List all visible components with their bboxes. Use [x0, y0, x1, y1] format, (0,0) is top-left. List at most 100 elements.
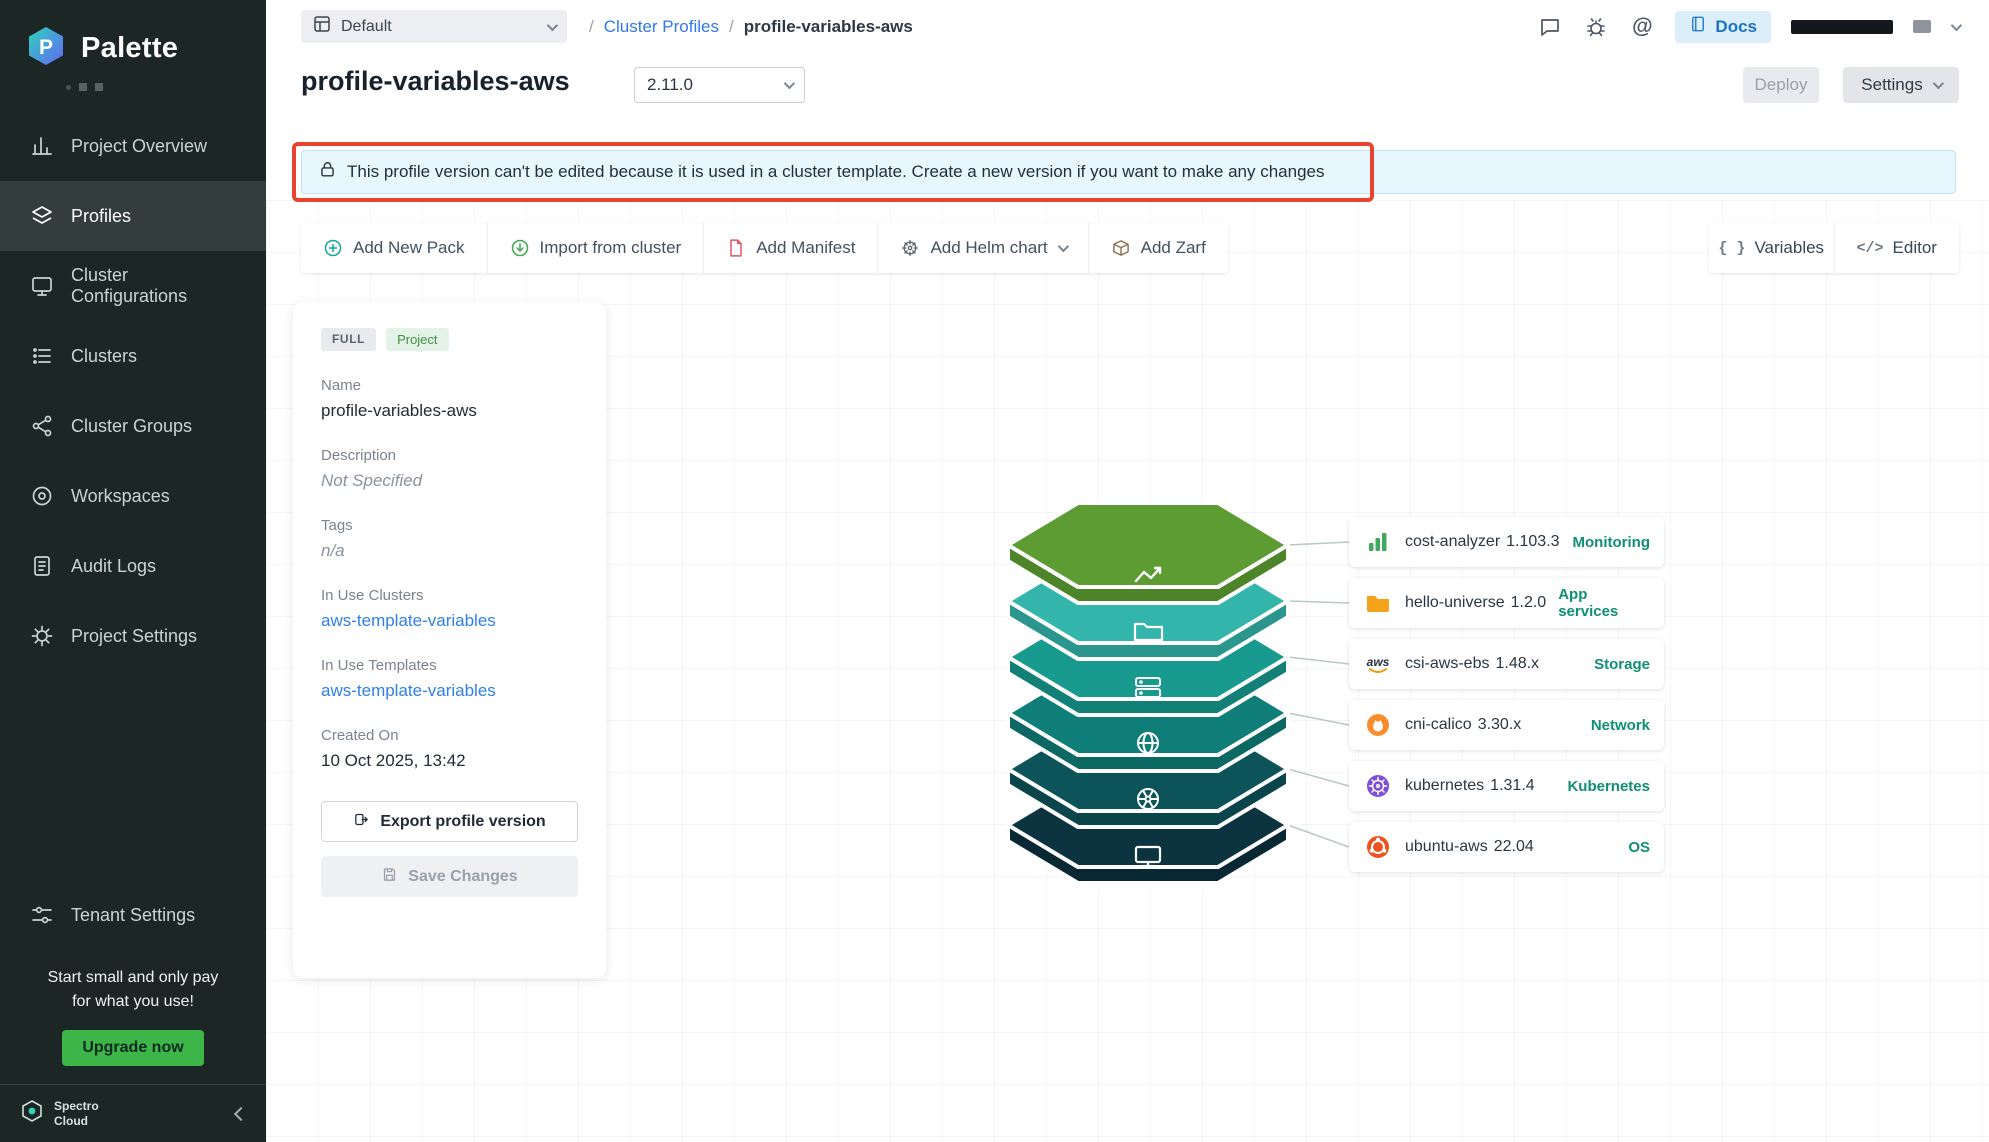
layer-hex-monitoring[interactable]	[1008, 503, 1288, 603]
variables-button[interactable]: { } Variables	[1709, 223, 1835, 273]
add-zarf-button[interactable]: Add Zarf	[1089, 223, 1228, 273]
in-use-clusters-label: In Use Clusters	[321, 587, 578, 604]
pack-card-kubernetes[interactable]: kubernetes 1.31.4 Kubernetes	[1349, 761, 1664, 811]
save-icon	[381, 866, 398, 888]
brand-name: Palette	[81, 32, 178, 65]
manifest-file-icon	[726, 238, 746, 258]
plus-circle-icon	[323, 238, 343, 258]
pack-card-ubuntu-aws[interactable]: ubuntu-aws 22.04 OS	[1349, 822, 1664, 872]
list-icon	[30, 344, 54, 368]
sidebar-item-label: Profiles	[71, 206, 131, 227]
sidebar-item-label: Project Settings	[71, 626, 197, 647]
code-icon: </>	[1857, 240, 1884, 257]
braces-icon: { }	[1718, 240, 1745, 257]
collapse-sidebar-chevron-icon[interactable]	[234, 1106, 248, 1120]
pack-card-cni-calico[interactable]: cni-calico 3.30.x Network	[1349, 700, 1664, 750]
pack-category: Monitoring	[1573, 534, 1650, 551]
bar-chart-icon	[30, 134, 54, 158]
breadcrumb-current: profile-variables-aws	[744, 17, 913, 37]
pack-card-csi-aws-ebs[interactable]: aws csi-aws-ebs 1.48.x Storage	[1349, 639, 1664, 689]
deploy-button[interactable]: Deploy	[1743, 67, 1819, 103]
version-value: 2.11.0	[647, 75, 784, 95]
sidebar-item-cluster-configurations[interactable]: Cluster Configurations	[0, 251, 266, 321]
project-selector[interactable]: Default	[301, 10, 567, 43]
import-circle-icon	[510, 238, 530, 258]
topbar-right: @ Docs	[1537, 11, 1959, 43]
pack-category: OS	[1628, 839, 1650, 856]
pack-version: 1.31.4	[1490, 777, 1534, 795]
sidebar-item-label: Workspaces	[71, 486, 170, 507]
main-area: Default / Cluster Profiles / profile-var…	[266, 0, 1989, 1142]
target-icon	[30, 484, 54, 508]
save-changes-button[interactable]: Save Changes	[321, 856, 578, 897]
sidebar-item-project-overview[interactable]: Project Overview	[0, 111, 266, 181]
pack-version: 1.48.x	[1495, 655, 1539, 673]
pack-name: hello-universe	[1405, 594, 1505, 612]
sidebar-item-project-settings[interactable]: Project Settings	[0, 601, 266, 671]
pack-category: Network	[1591, 717, 1650, 734]
in-use-clusters-link[interactable]: aws-template-variables	[321, 611, 578, 631]
in-use-templates-link[interactable]: aws-template-variables	[321, 681, 578, 701]
sidebar-item-label: Audit Logs	[71, 556, 156, 577]
monitor-icon	[30, 274, 54, 298]
calico-icon	[1363, 710, 1393, 740]
add-new-pack-button[interactable]: Add New Pack	[301, 223, 488, 273]
sidebar-item-cluster-groups[interactable]: Cluster Groups	[0, 391, 266, 461]
pack-name: cost-analyzer	[1405, 533, 1500, 551]
in-use-templates-label: In Use Templates	[321, 657, 578, 674]
export-icon	[353, 811, 370, 833]
chevron-down-icon	[784, 78, 795, 89]
upgrade-now-button[interactable]: Upgrade now	[62, 1030, 203, 1066]
export-profile-version-button[interactable]: Export profile version	[321, 801, 578, 842]
docs-button[interactable]: Docs	[1675, 11, 1771, 43]
pack-name: csi-aws-ebs	[1405, 655, 1489, 673]
lock-icon	[318, 160, 337, 184]
svg-text:P: P	[39, 36, 53, 59]
version-select[interactable]: 2.11.0	[634, 67, 805, 103]
pack-card-cost-analyzer[interactable]: cost-analyzer 1.103.3 Monitoring	[1349, 517, 1664, 567]
pack-card-hello-universe[interactable]: hello-universe 1.2.0 App services	[1349, 578, 1664, 628]
pack-name: cni-calico	[1405, 716, 1472, 734]
sidebar-item-profiles[interactable]: Profiles	[0, 181, 266, 251]
at-icon[interactable]: @	[1629, 14, 1655, 40]
description-label: Description	[321, 447, 578, 464]
sidebar-nav: Project Overview Profiles Cluster Config…	[0, 111, 266, 671]
sidebar-item-label: Project Overview	[71, 136, 207, 157]
redacted-avatar	[1913, 20, 1931, 33]
breadcrumb-separator: /	[589, 17, 594, 37]
chevron-down-icon	[1932, 78, 1943, 89]
sidebar-item-label: Cluster Configurations	[71, 265, 248, 307]
sidebar-item-workspaces[interactable]: Workspaces	[0, 461, 266, 531]
created-on-label: Created On	[321, 727, 578, 744]
add-helm-chart-button[interactable]: Add Helm chart	[878, 223, 1088, 273]
sidebar-footer: Spectro Cloud	[0, 1084, 266, 1142]
pack-category: Storage	[1594, 656, 1650, 673]
settings-button[interactable]: Settings	[1843, 67, 1959, 103]
gear-icon	[30, 624, 54, 648]
add-manifest-button[interactable]: Add Manifest	[704, 223, 878, 273]
document-icon	[30, 554, 54, 578]
sidebar-item-clusters[interactable]: Clusters	[0, 321, 266, 391]
sidebar: P Palette Project Overview Profiles	[0, 0, 266, 1142]
brand-dots	[66, 83, 266, 91]
breadcrumb-cluster-profiles-link[interactable]: Cluster Profiles	[604, 17, 719, 37]
sidebar-item-label: Tenant Settings	[71, 905, 195, 926]
helm-wheel-icon	[900, 238, 920, 258]
bug-icon[interactable]	[1583, 14, 1609, 40]
page-title: profile-variables-aws	[301, 66, 570, 97]
aws-icon: aws	[1363, 649, 1393, 679]
sidebar-item-audit-logs[interactable]: Audit Logs	[0, 531, 266, 601]
chat-icon[interactable]	[1537, 14, 1563, 40]
breadcrumb: / Cluster Profiles / profile-variables-a…	[589, 17, 913, 37]
project-selector-label: Default	[341, 18, 537, 36]
import-from-cluster-button[interactable]: Import from cluster	[488, 223, 705, 273]
name-label: Name	[321, 377, 578, 394]
editor-button[interactable]: </> Editor	[1835, 223, 1960, 273]
user-menu-chevron-icon[interactable]	[1951, 19, 1962, 30]
cost-analyzer-icon	[1363, 527, 1393, 557]
zarf-package-icon	[1111, 238, 1131, 258]
pack-toolbar: Add New Pack Import from cluster Add Man…	[301, 223, 1228, 273]
sidebar-item-tenant-settings[interactable]: Tenant Settings	[0, 880, 266, 950]
pack-version: 1.2.0	[1511, 594, 1547, 612]
redacted-user-info[interactable]	[1791, 20, 1893, 34]
